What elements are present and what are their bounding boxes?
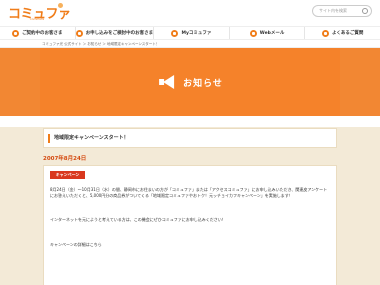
search-icon[interactable] [362,8,368,14]
title-accent-bar [48,134,50,143]
main-nav: ご契約中のお客さま お申し込みをご検討中のお客さま Myコミュファ Webメール… [0,26,380,40]
header: コミュファ commufa サイト内を検索 [0,0,380,26]
page-banner: お知らせ [0,48,380,116]
nav-label: お申し込みをご検討中のお客さま [85,31,154,36]
banner-decoration [0,48,40,116]
content-top [0,117,380,127]
nav-label: Myコミュファ [181,31,212,36]
logo-mark-icon [58,3,63,8]
campaign-details-link[interactable]: キャンペーンの詳細はこちら [50,242,330,248]
nav-label: ご契約中のお客さま [22,31,63,36]
article-paragraph: 8月24日（金）～10月31日（水）の間、静岡市にお住まいの方が「コミュファ」ま… [50,187,328,198]
page-title: お知らせ [183,78,223,89]
question-icon [321,29,329,37]
article-date: 2007年8月24日 [43,156,87,162]
article-title: 地域限定キャンペーンスタート！ [54,135,129,141]
breadcrumb[interactable]: コミュファ光 公式サイト ＞ お知らせ ＞ 地域限定キャンペーンスタート！ [0,40,380,48]
nav-item-current-customers[interactable]: ご契約中のお客さま [0,27,75,39]
mail-icon [249,29,257,37]
content-area: 地域限定キャンペーンスタート！ 2007年8月24日 キャンペーン 8月24日（… [0,117,380,285]
nav-item-my-commufa[interactable]: Myコミュファ [153,27,229,39]
nav-item-prospective-customers[interactable]: お申し込みをご検討中のお客さま [74,27,154,39]
nav-item-webmail[interactable]: Webメール [228,27,305,39]
nav-item-faq[interactable]: よくあるご質問 [304,27,380,39]
megaphone-icon [157,75,175,89]
article-body: キャンペーン 8月24日（金）～10月31日（水）の間、静岡市にお住まいの方が「… [43,165,337,285]
search-placeholder: サイト内を検索 [319,8,347,13]
article-title-box: 地域限定キャンペーンスタート！ [43,128,337,148]
article-paragraph: インターネットを元にようと考えている方は、この機会にぜひコミュファにお申し込みく… [50,217,226,222]
banner-heading: お知らせ [157,75,223,89]
my-icon [171,29,179,37]
search-input[interactable]: サイト内を検索 [312,5,372,17]
nav-label: Webメール [259,31,285,36]
category-badge: キャンペーン [50,171,85,179]
banner-decoration [340,48,380,116]
form-icon [75,29,83,37]
page: コミュファ commufa サイト内を検索 ご契約中のお客さま お申し込みをご検… [0,0,380,285]
nav-label: よくあるご質問 [331,31,364,36]
person-icon [12,29,20,37]
logo-subtext: commufa [30,17,45,21]
